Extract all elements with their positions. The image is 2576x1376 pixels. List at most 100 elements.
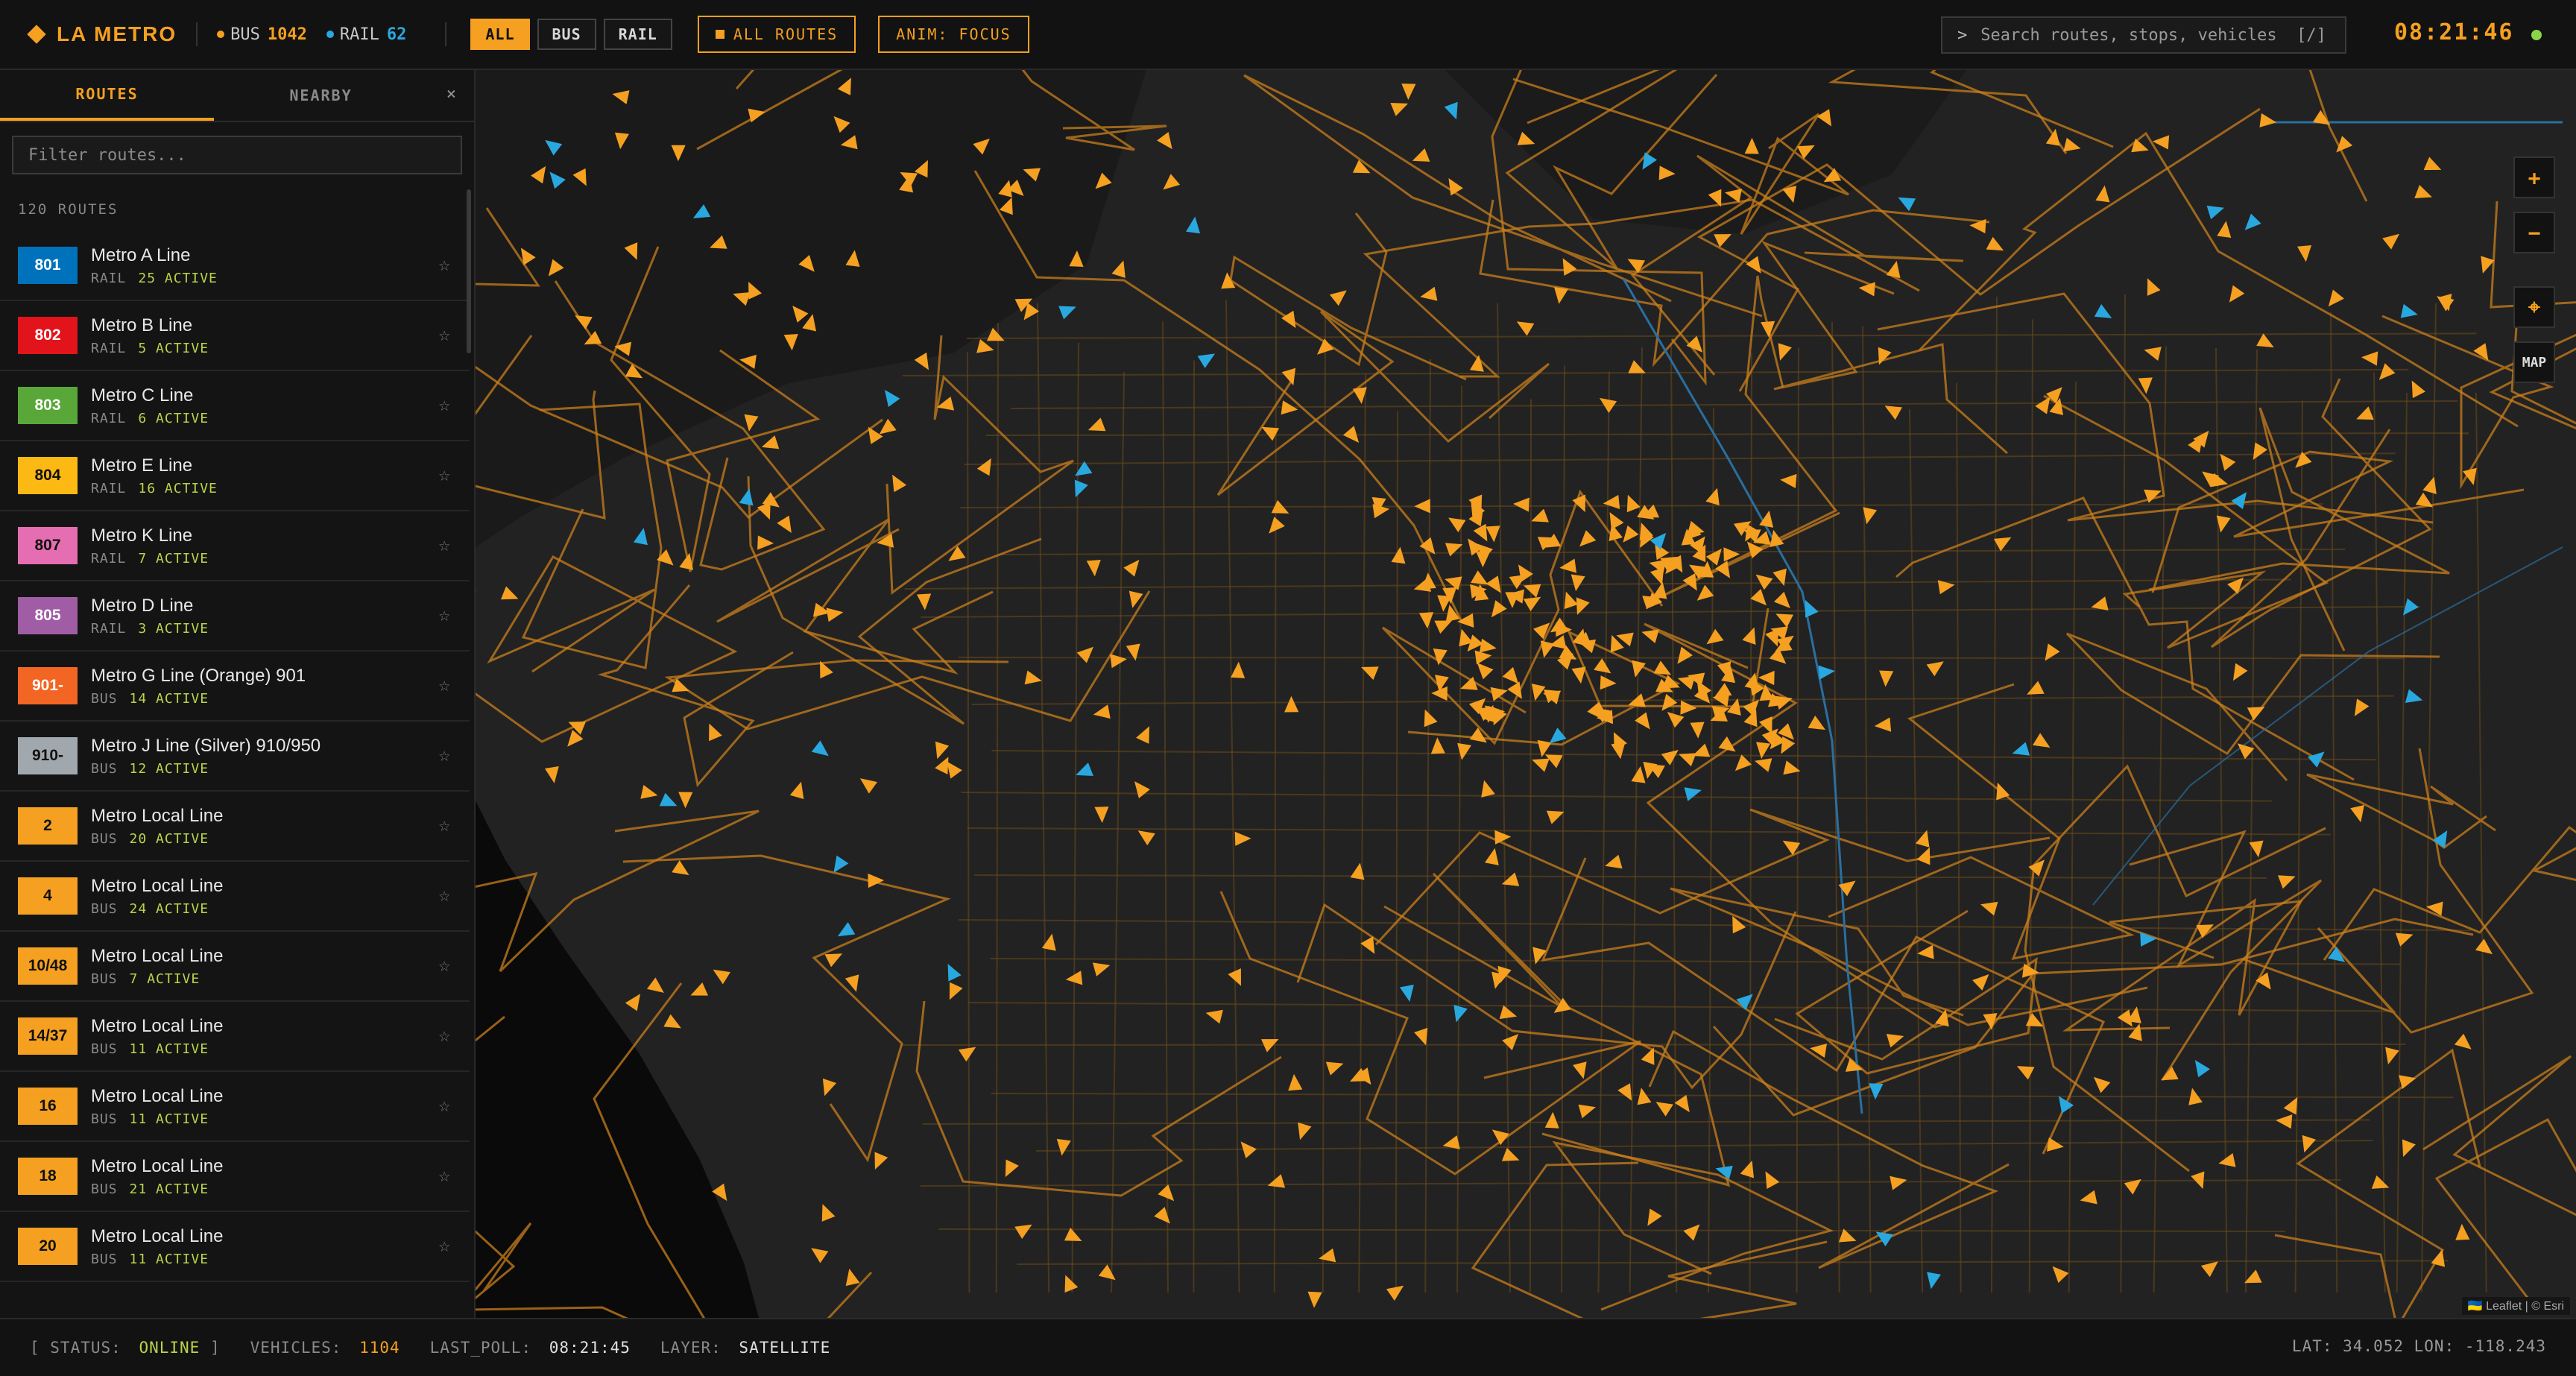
tab-routes[interactable]: ROUTES [0,70,214,121]
route-filter-box[interactable] [12,136,462,174]
route-meta: BUS 21 ACTIVE [91,1181,223,1197]
route-item[interactable]: 901- Metro G Line (Orange) 901 BUS 14 ACTIV… [0,651,470,722]
tab-nearby[interactable]: NEARBY [214,70,428,121]
route-info: Metro G Line (Orange) 901 BUS 14 ACTIVE [91,666,306,707]
route-mode: BUS [91,971,118,987]
favorite-star-icon[interactable]: ☆ [438,324,450,346]
route-item[interactable]: 804 Metro E Line RAIL 16 ACTIVE ☆ [0,441,470,511]
route-mode: BUS [91,1041,118,1057]
rail-dot-icon [326,31,334,38]
close-icon[interactable]: × [446,85,456,104]
route-info: Metro Local Line BUS 11 ACTIVE [91,1086,223,1127]
route-info: Metro A Line RAIL 25 ACTIVE [91,245,218,286]
map-canvas[interactable] [476,70,2576,1318]
status-label: [ STATUS: [30,1339,121,1357]
status-bracket: ] [209,1339,221,1357]
brand: LA METRO [27,22,177,46]
route-item[interactable]: 910- Metro J Line (Silver) 910/950 BUS 12 A… [0,722,470,792]
route-item[interactable]: 803 Metro C Line RAIL 6 ACTIVE ☆ [0,371,470,441]
route-item[interactable]: 801 Metro A Line RAIL 25 ACTIVE ☆ [0,231,470,301]
route-info: Metro Local Line BUS 20 ACTIVE [91,806,223,847]
route-mode: BUS [91,1181,118,1197]
route-active-count: 16 ACTIVE [138,480,218,496]
favorite-star-icon[interactable]: ☆ [438,674,450,696]
route-badge: 10/48 [18,947,78,985]
route-active-count: 20 ACTIVE [129,830,209,847]
route-item[interactable]: 16 Metro Local Line BUS 11 ACTIVE ☆ [0,1072,470,1142]
route-name: Metro Local Line [91,1225,224,1246]
route-info: Metro Local Line BUS 24 ACTIVE [91,876,223,917]
route-item[interactable]: 805 Metro D Line RAIL 3 ACTIVE ☆ [0,581,470,651]
zoom-out-button[interactable]: − [2513,212,2555,253]
favorite-star-icon[interactable]: ☆ [438,814,450,836]
route-info: Metro Local Line BUS 7 ACTIVE [91,946,223,987]
filter-rail-button[interactable]: RAIL [603,19,672,50]
all-routes-button[interactable]: ALL ROUTES [697,16,856,53]
route-badge: 807 [18,527,78,564]
route-item[interactable]: 4 Metro Local Line BUS 24 ACTIVE ☆ [0,862,470,932]
route-meta: BUS 20 ACTIVE [91,831,223,847]
favorite-star-icon[interactable]: ☆ [438,954,450,976]
search-input[interactable] [1979,25,2326,45]
route-item[interactable]: 807 Metro K Line RAIL 7 ACTIVE ☆ [0,511,470,581]
mode-filter: ALL BUS RAIL [470,19,679,50]
favorite-star-icon[interactable]: ☆ [438,253,450,276]
route-name: Metro Local Line [91,1155,224,1176]
route-item[interactable]: 802 Metro B Line RAIL 5 ACTIVE ☆ [0,301,470,371]
route-active-count: 25 ACTIVE [138,270,218,286]
poll-indicator: LAST_POLL: 08:21:45 [430,1339,631,1357]
bus-count: BUS 1042 [217,25,307,44]
route-info: Metro K Line RAIL 7 ACTIVE [91,526,209,567]
sidebar-tabs: ROUTES NEARBY × [0,70,474,122]
favorite-star-icon[interactable]: ☆ [438,1094,450,1117]
route-badge: 2 [18,807,78,845]
locate-icon[interactable]: ⌖ [2513,286,2555,328]
map-attribution[interactable]: 🇺🇦 Leaflet | © Esri [2461,1297,2570,1315]
status-indicator: [ STATUS: ONLINE ] [30,1339,221,1357]
filter-all-button[interactable]: ALL [470,19,530,50]
clock: 08:21:46 [2394,19,2514,45]
sidebar-scrollbar[interactable] [467,189,471,353]
anim-focus-button[interactable]: ANIM: FOCUS [878,16,1029,53]
favorite-star-icon[interactable]: ☆ [438,884,450,906]
filter-bus-button[interactable]: BUS [537,19,596,50]
route-mode: RAIL [91,340,127,356]
route-item[interactable]: 2 Metro Local Line BUS 20 ACTIVE ☆ [0,792,470,862]
map-layer-button[interactable]: MAP [2513,341,2555,383]
route-mode: BUS [91,1251,118,1267]
route-mode: BUS [91,690,118,707]
route-active-count: 7 ACTIVE [129,971,201,987]
route-meta: RAIL 7 ACTIVE [91,551,209,567]
route-item[interactable]: 10/48 Metro Local Line BUS 7 ACTIVE ☆ [0,932,470,1002]
favorite-star-icon[interactable]: ☆ [438,604,450,626]
route-filter-input[interactable] [27,145,447,165]
route-active-count: 5 ACTIVE [138,340,209,356]
favorite-star-icon[interactable]: ☆ [438,394,450,416]
favorite-star-icon[interactable]: ☆ [438,534,450,556]
route-item[interactable]: 18 Metro Local Line BUS 21 ACTIVE ☆ [0,1142,470,1212]
route-name: Metro Local Line [91,1085,224,1106]
search-box[interactable]: > [1941,16,2346,54]
route-meta: BUS 12 ACTIVE [91,761,321,777]
route-badge: 803 [18,387,78,424]
route-item[interactable]: 20 Metro Local Line BUS 11 ACTIVE ☆ [0,1212,470,1282]
map-view[interactable]: + − ⌖ MAP 🇺🇦 Leaflet | © Esri [476,70,2576,1318]
route-mode: RAIL [91,480,127,496]
route-item[interactable]: 14/37 Metro Local Line BUS 11 ACTIVE ☆ [0,1002,470,1072]
zoom-in-button[interactable]: + [2513,157,2555,198]
route-badge: 16 [18,1088,78,1125]
all-routes-label: ALL ROUTES [733,25,839,43]
route-name: Metro E Line [91,455,193,476]
square-icon [715,30,724,39]
layer-indicator: LAYER: SATELLITE [660,1339,830,1357]
favorite-star-icon[interactable]: ☆ [438,1234,450,1257]
route-meta: BUS 11 ACTIVE [91,1041,223,1057]
poll-label: LAST_POLL: [429,1339,532,1357]
favorite-star-icon[interactable]: ☆ [438,744,450,766]
route-name: Metro Local Line [91,1015,224,1036]
favorite-star-icon[interactable]: ☆ [438,464,450,486]
status-bar: [ STATUS: ONLINE ] VEHICLES: 1104 LAST_P… [0,1318,2576,1376]
favorite-star-icon[interactable]: ☆ [438,1024,450,1047]
route-badge: 801 [18,247,78,284]
favorite-star-icon[interactable]: ☆ [438,1164,450,1187]
